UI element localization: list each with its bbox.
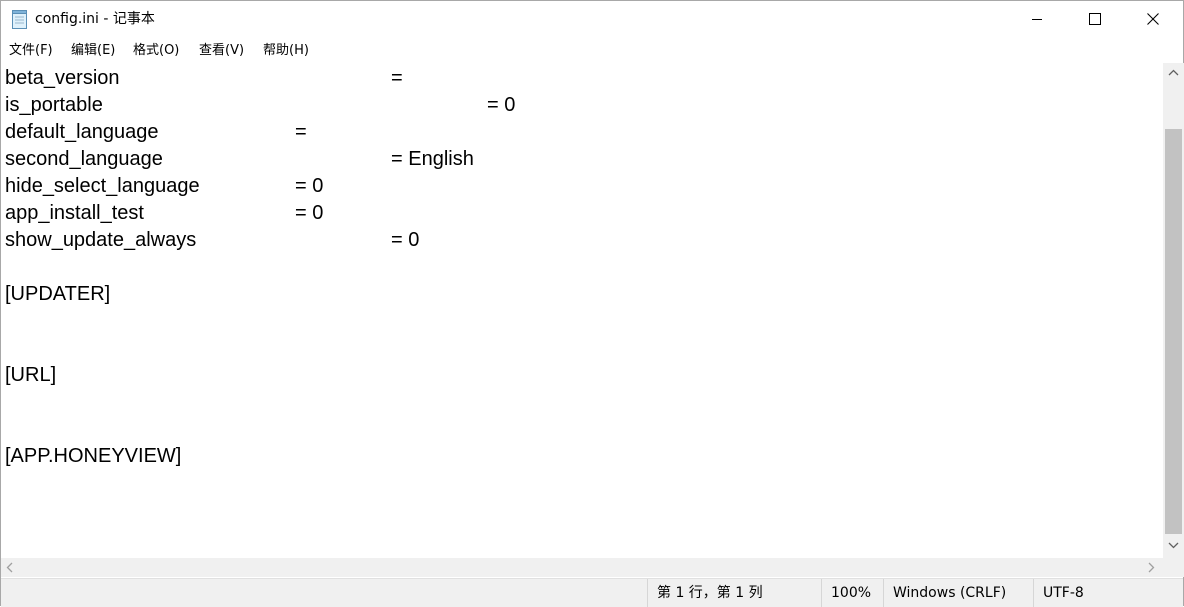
notepad-window: config.ini - 记事本 文件(F) 编辑(E) 格式(O) 查看(V)… (0, 0, 1184, 607)
notepad-icon (12, 10, 27, 29)
scrollbar-corner (1163, 558, 1184, 577)
line-key: is_portable (5, 94, 103, 116)
scroll-right-icon[interactable] (1147, 562, 1155, 573)
line-key: show_update_always (5, 229, 197, 251)
window-title: config.ini - 记事本 (35, 11, 155, 27)
vertical-scroll-thumb[interactable] (1165, 129, 1182, 534)
close-button[interactable] (1124, 1, 1182, 37)
editor-line: hide_select_language = 0 (5, 173, 323, 200)
menu-bar: 文件(F) 编辑(E) 格式(O) 查看(V) 帮助(H) (1, 39, 1183, 63)
line-value: = 0 (391, 229, 420, 251)
editor-line: app_install_test = 0 (5, 200, 323, 227)
menu-help[interactable]: 帮助(H) (263, 42, 309, 60)
zoom-level: 100% (821, 579, 883, 607)
line-key: default_language (5, 121, 159, 143)
line-key: [APP.HONEYVIEW] (5, 445, 182, 467)
editor-line: [APP.HONEYVIEW] (5, 443, 181, 470)
vertical-scrollbar[interactable] (1163, 63, 1184, 558)
close-icon (1147, 13, 1159, 25)
cursor-position: 第 1 行，第 1 列 (647, 579, 821, 607)
status-bar: 第 1 行，第 1 列 100% Windows (CRLF) UTF-8 (1, 578, 1183, 607)
editor-line: [URL] (5, 362, 56, 389)
line-key: [UPDATER] (5, 283, 111, 305)
menu-edit[interactable]: 编辑(E) (71, 42, 115, 60)
editor-line: default_language = (5, 119, 307, 146)
title-bar[interactable]: config.ini - 记事本 (1, 1, 1183, 37)
scroll-down-icon[interactable] (1168, 541, 1179, 549)
menu-format[interactable]: 格式(O) (133, 42, 179, 60)
scroll-up-icon[interactable] (1168, 69, 1179, 77)
line-ending: Windows (CRLF) (883, 579, 1033, 607)
maximize-icon (1089, 13, 1101, 25)
maximize-button[interactable] (1066, 1, 1124, 37)
line-key: [URL] (5, 364, 57, 386)
editor-line: show_update_always = 0 (5, 227, 419, 254)
line-value: = 0 (295, 175, 324, 197)
line-value: = 0 (295, 202, 324, 224)
editor-line: beta_version = (5, 65, 403, 92)
menu-view[interactable]: 查看(V) (199, 42, 244, 60)
minimize-button[interactable] (1008, 1, 1066, 37)
line-value: = (391, 67, 403, 89)
editor-line: [UPDATER] (5, 281, 110, 308)
encoding: UTF-8 (1033, 579, 1183, 607)
line-value: = English (391, 148, 474, 170)
editor-line: is_portable = 0 (5, 92, 515, 119)
menu-file[interactable]: 文件(F) (9, 42, 53, 60)
horizontal-scrollbar[interactable] (1, 558, 1163, 577)
editor-line: second_language = English (5, 146, 474, 173)
line-key: second_language (5, 148, 163, 170)
text-editor[interactable]: beta_version = is_portable = 0 default_lan… (1, 65, 1163, 558)
line-value: = 0 (487, 94, 516, 116)
line-value: = (295, 121, 307, 143)
line-key: beta_version (5, 67, 120, 89)
scroll-left-icon[interactable] (6, 562, 14, 573)
line-key: hide_select_language (5, 175, 200, 197)
minimize-icon (1032, 19, 1042, 20)
line-key: app_install_test (5, 202, 144, 224)
